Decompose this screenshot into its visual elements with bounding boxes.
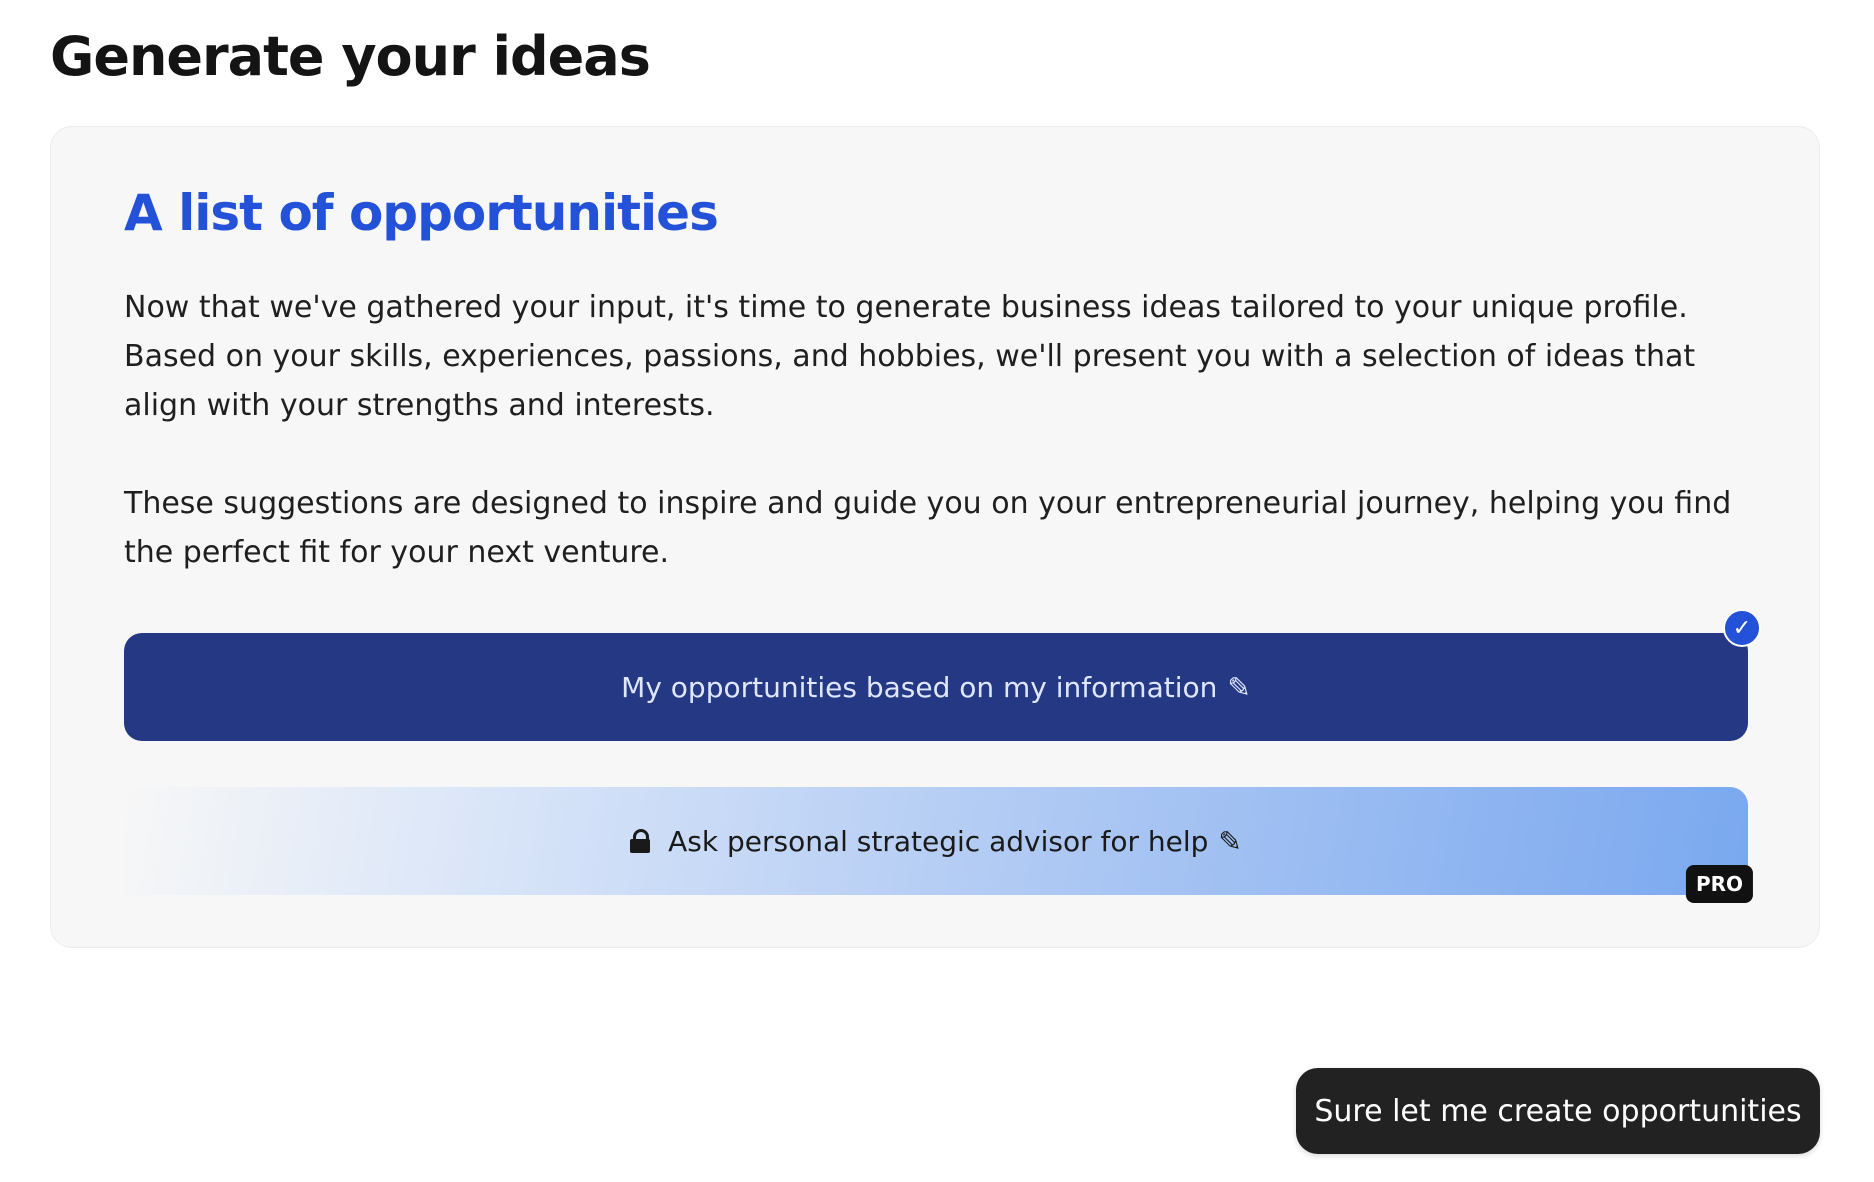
lock-icon [630,829,651,853]
pro-badge: PRO [1685,865,1753,903]
opportunities-card: A list of opportunities Now that we've g… [50,126,1820,948]
page-title: Generate your ideas [50,25,651,88]
option-label: My opportunities based on my information [621,670,1218,704]
pencil-icon: ✎ [1218,824,1242,858]
pencil-icon: ✎ [1227,670,1251,704]
card-description: Now that we've gathered your input, it's… [124,283,1774,626]
option-label: Ask personal strategic advisor for help [668,824,1209,858]
description-paragraph: These suggestions are designed to inspir… [124,486,1732,570]
checkmark-icon: ✓ [1723,609,1761,647]
option-my-opportunities-button[interactable]: My opportunities based on my information… [124,633,1748,741]
create-opportunities-button[interactable]: Sure let me create opportunities [1296,1068,1820,1154]
card-title: A list of opportunities [124,184,719,242]
option-strategic-advisor-button[interactable]: Ask personal strategic advisor for help … [124,787,1748,895]
description-paragraph: Now that we've gathered your input, it's… [124,290,1696,423]
